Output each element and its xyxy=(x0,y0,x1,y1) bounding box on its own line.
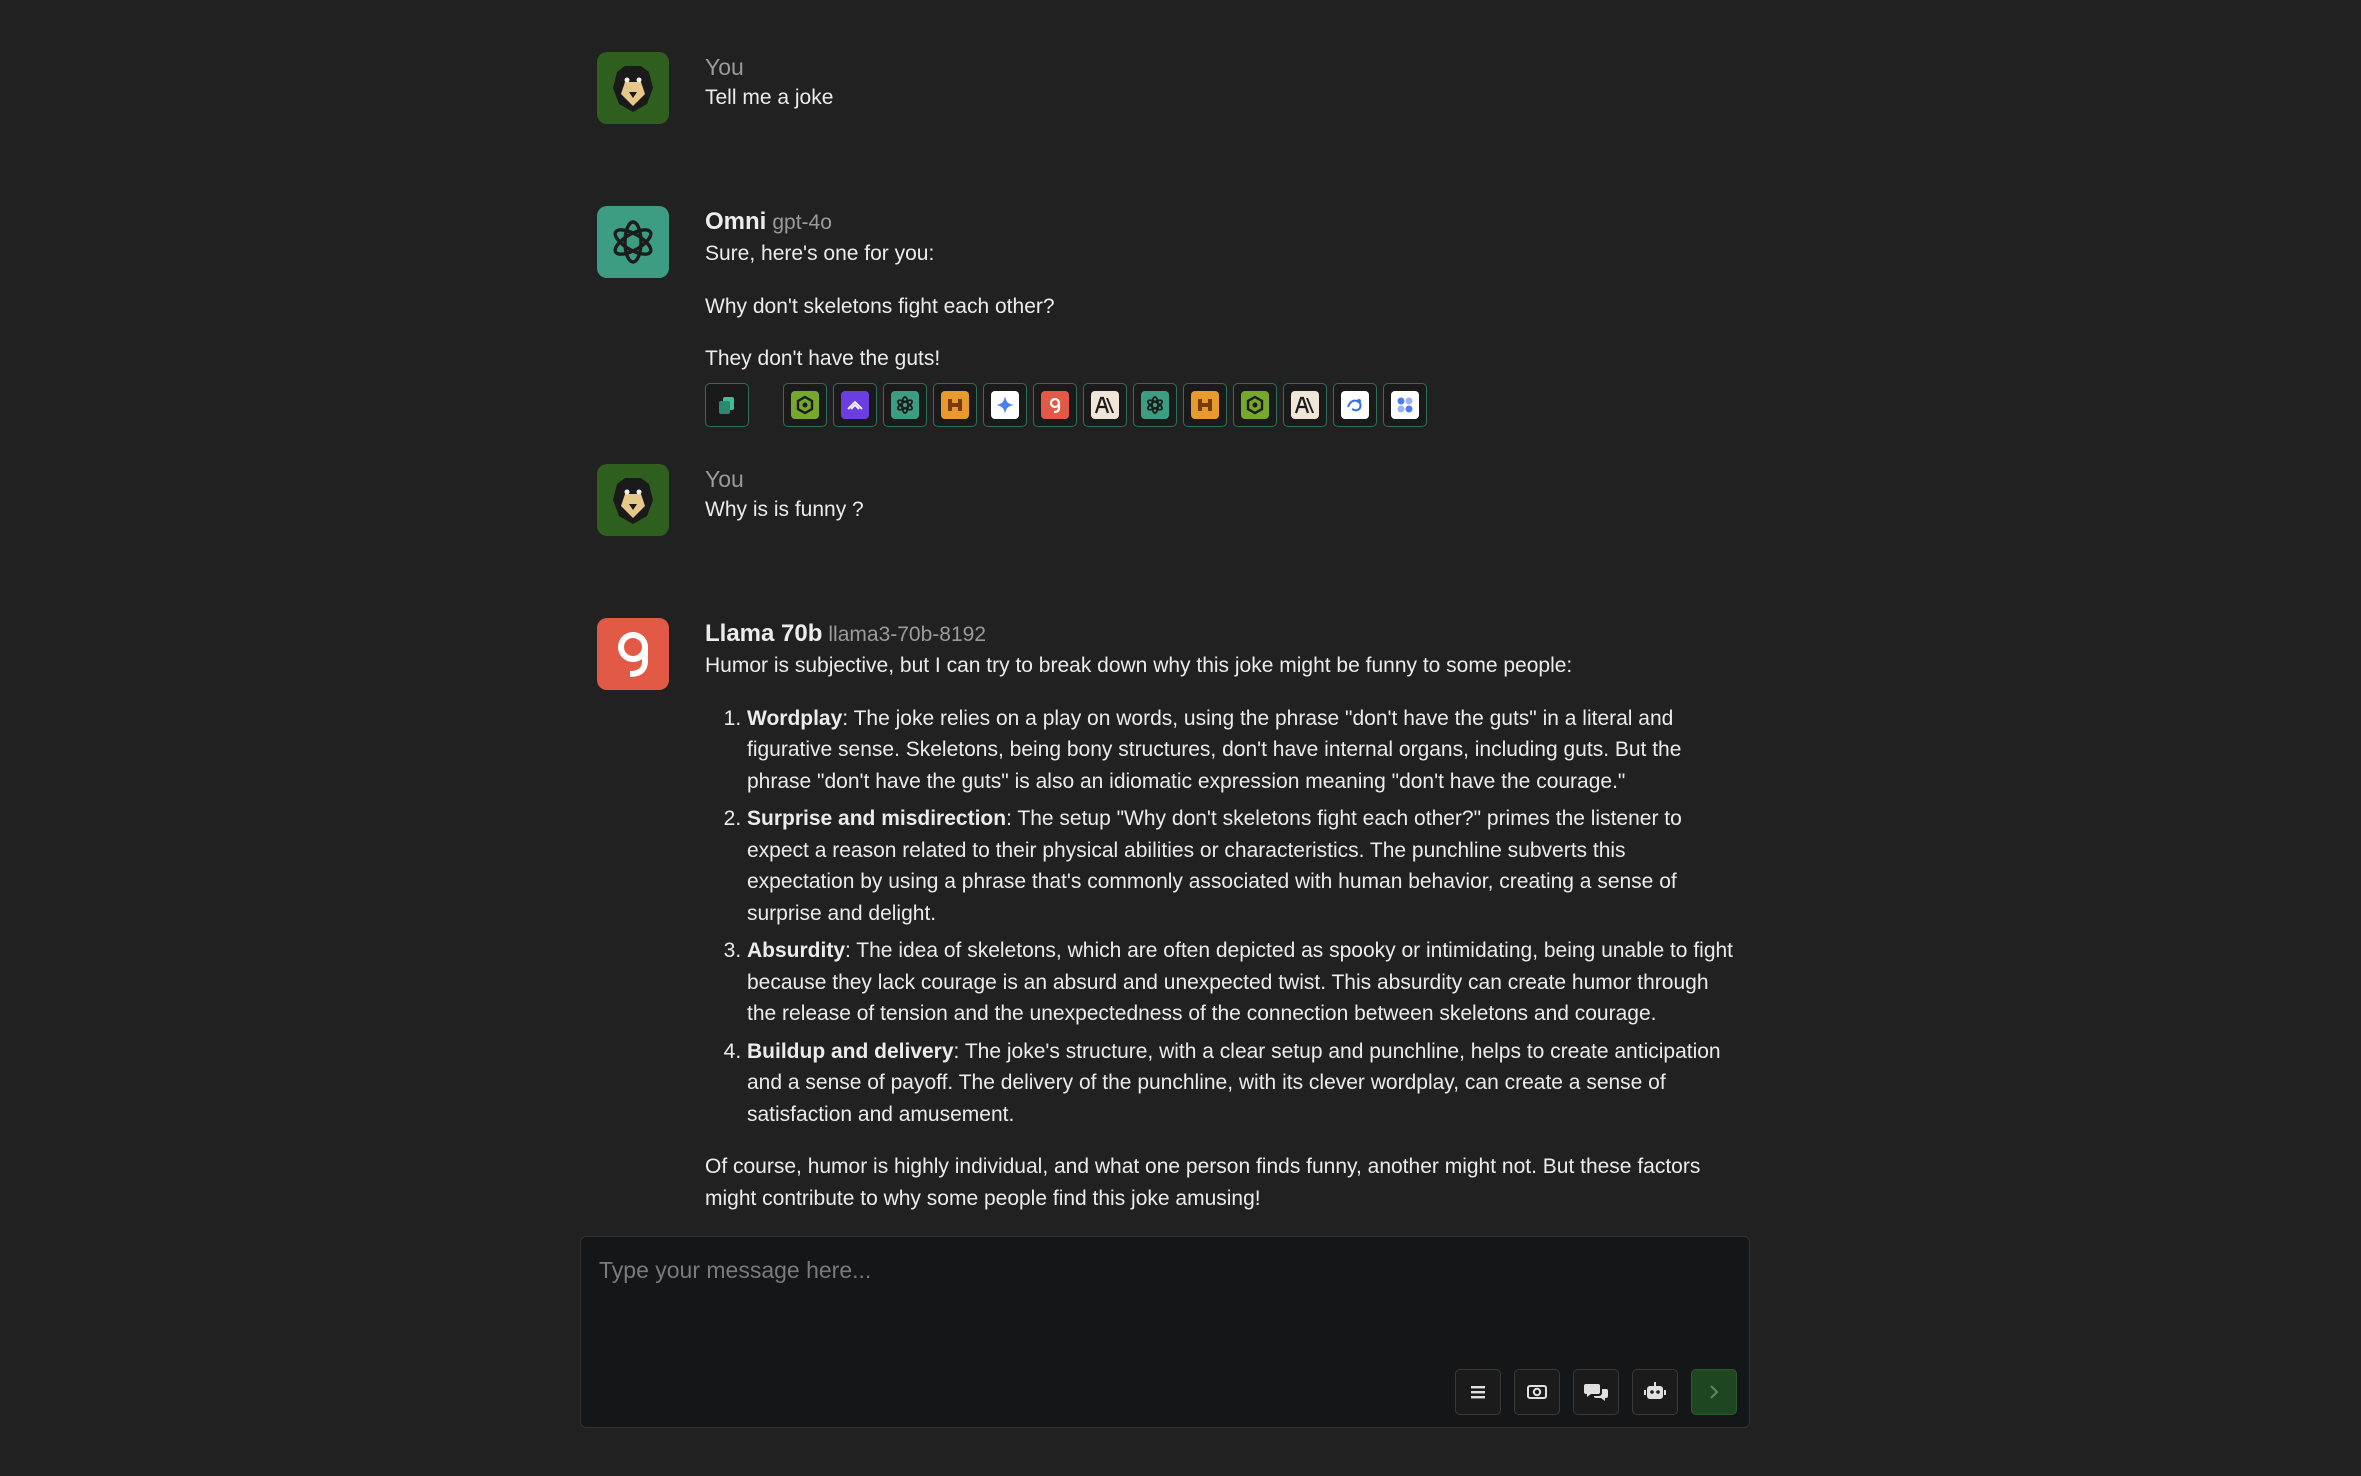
user-avatar xyxy=(597,464,669,536)
regenerate-perplexity-button[interactable] xyxy=(783,382,827,427)
dog-avatar-icon xyxy=(613,478,653,524)
message-composer xyxy=(580,1236,1750,1428)
point-text: : The idea of skeletons, which are often… xyxy=(747,939,1734,1025)
assistant-name: Omni xyxy=(705,208,767,235)
groq-icon xyxy=(1041,390,1069,419)
more-models-button[interactable] xyxy=(1383,382,1427,427)
mistral-icon xyxy=(841,390,869,419)
point-title: Wordplay xyxy=(747,706,843,730)
menu-icon xyxy=(1471,1386,1485,1399)
screenshot-button[interactable] xyxy=(1514,1369,1560,1415)
point-title: Buildup and delivery xyxy=(747,1039,954,1063)
conversations-button[interactable] xyxy=(1573,1369,1619,1415)
perplexity-icon xyxy=(1241,390,1269,419)
mistral-icon xyxy=(1191,390,1219,419)
gemini-icon xyxy=(991,390,1019,419)
point-title: Surprise and misdirection xyxy=(747,807,1007,830)
regenerate-openai-alt-button[interactable] xyxy=(1133,382,1177,427)
message-paragraph: They don't have the guts! xyxy=(705,347,941,370)
camera-icon xyxy=(1527,1385,1547,1399)
regenerate-groq-button[interactable] xyxy=(1033,382,1077,427)
custom-icon xyxy=(1341,390,1369,419)
regenerate-mistral-alt2-button[interactable] xyxy=(1183,382,1227,427)
explanation-list: Wordplay: The joke relies on a play on w… xyxy=(705,703,1735,1131)
send-button[interactable] xyxy=(1691,1369,1737,1415)
menu-button[interactable] xyxy=(1455,1369,1501,1415)
robot-icon xyxy=(1644,1382,1666,1399)
list-item: Absurdity: The idea of skeletons, which … xyxy=(747,935,1735,1030)
chevron-right-icon xyxy=(1710,1385,1719,1399)
message-paragraph: Why don't skeletons fight each other? xyxy=(705,294,1055,318)
model-id: gpt-4o xyxy=(772,211,832,234)
list-item: Surprise and misdirection: The setup "Wh… xyxy=(747,803,1735,929)
point-title: Absurdity xyxy=(747,939,846,962)
llama-avatar xyxy=(597,618,669,690)
mistral-icon xyxy=(941,390,969,419)
regenerate-anthropic-button[interactable] xyxy=(1083,382,1127,427)
message-actions xyxy=(705,382,1735,427)
regenerate-gemini-button[interactable] xyxy=(983,382,1027,427)
openai-icon xyxy=(1141,390,1169,419)
message-text: Why is is funny ? xyxy=(705,498,864,521)
list-item: Wordplay: The joke relies on a play on w… xyxy=(747,703,1735,798)
message-paragraph: Sure, here's one for you: xyxy=(705,242,935,265)
regenerate-mistral-alt-button[interactable] xyxy=(933,382,977,427)
regenerate-custom-button[interactable] xyxy=(1333,382,1377,427)
model-id: llama3-70b-8192 xyxy=(828,623,986,646)
more-models-icon xyxy=(1391,390,1419,419)
assistant-name: Llama 70b xyxy=(705,620,823,647)
groq-icon xyxy=(618,632,648,677)
sender-label: You xyxy=(705,54,744,80)
perplexity-icon xyxy=(791,390,819,419)
anthropic-icon xyxy=(1091,390,1119,419)
message-outro: Of course, humor is highly individual, a… xyxy=(705,1155,1701,1210)
point-text: : The joke relies on a play on words, us… xyxy=(747,706,1682,793)
message-intro: Humor is subjective, but I can try to br… xyxy=(705,654,1573,677)
copy-button[interactable] xyxy=(705,382,749,427)
chat-bubbles-icon xyxy=(1584,1384,1608,1401)
regenerate-mistral-button[interactable] xyxy=(833,382,877,427)
list-item: Buildup and delivery: The joke's structu… xyxy=(747,1036,1735,1131)
user-avatar xyxy=(597,52,669,124)
copy-icon xyxy=(719,396,734,414)
openai-avatar xyxy=(597,206,669,278)
sender-label: You xyxy=(705,466,744,492)
anthropic-icon xyxy=(1291,390,1319,419)
message-input[interactable] xyxy=(597,1255,1727,1315)
openai-icon xyxy=(613,220,653,264)
regenerate-perplexity-alt-button[interactable] xyxy=(1233,382,1277,427)
regenerate-openai-button[interactable] xyxy=(883,382,927,427)
regenerate-anthropic-alt-button[interactable] xyxy=(1283,382,1327,427)
message-text: Tell me a joke xyxy=(705,86,834,109)
assistant-button[interactable] xyxy=(1632,1369,1678,1415)
openai-icon xyxy=(891,390,919,419)
dog-avatar-icon xyxy=(613,66,653,112)
